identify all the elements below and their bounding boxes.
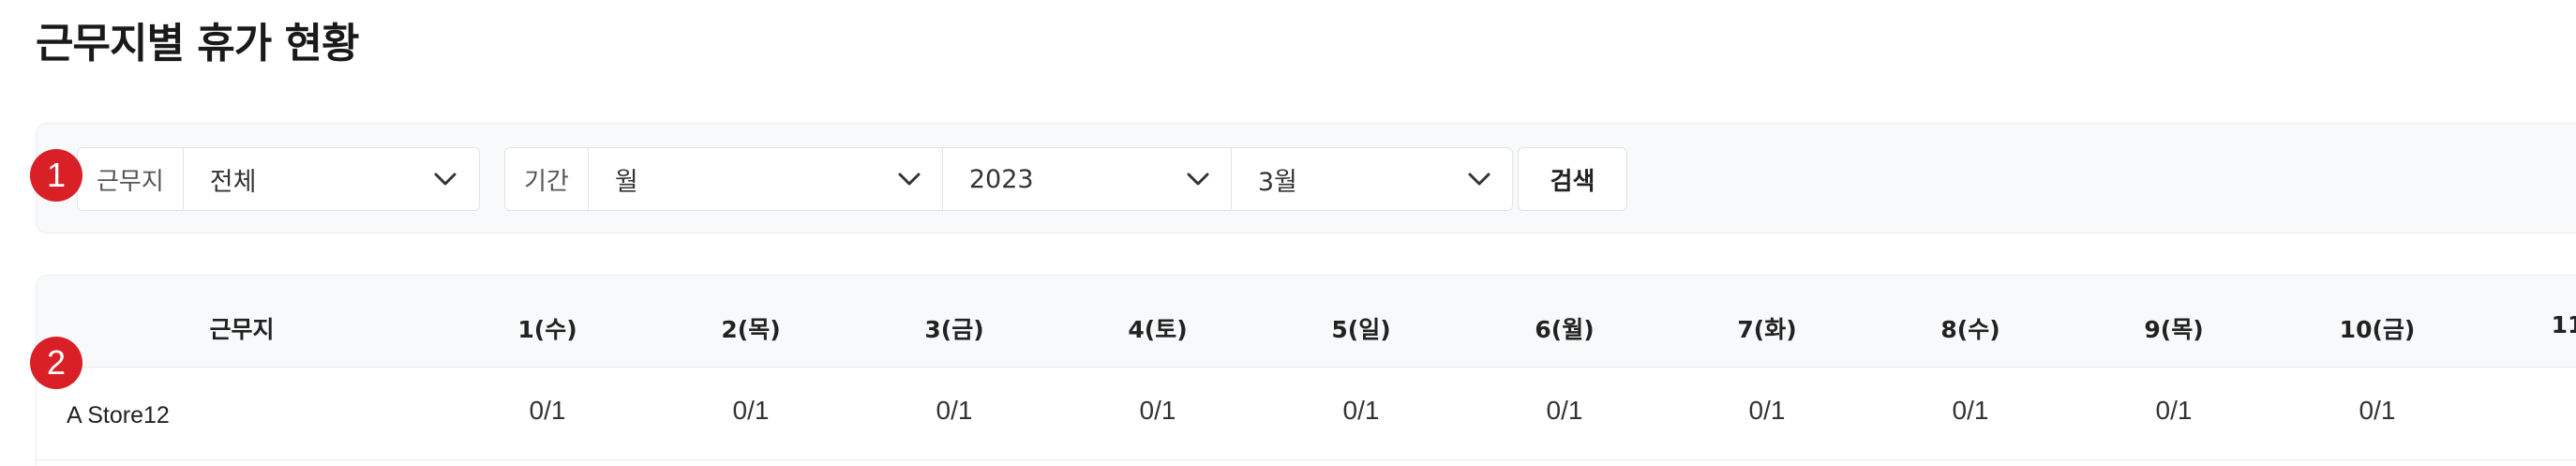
annotation-marker-2: 2 xyxy=(30,337,82,389)
month-select-value: 3월 xyxy=(1257,167,1297,197)
workplace-select[interactable]: 전체 xyxy=(184,148,478,210)
column-header-day: 2(목) xyxy=(721,316,781,343)
column-header-day: 5(일) xyxy=(1331,316,1391,343)
page-title: 근무지별 휴가 현황 xyxy=(36,20,359,68)
column-header-day: 3(금) xyxy=(924,316,984,343)
chevron-down-icon xyxy=(434,173,457,186)
table-cell: 0/1 xyxy=(1546,396,1583,425)
workplace-filter-label: 근무지 xyxy=(78,148,184,210)
period-unit-value: 월 xyxy=(614,167,638,197)
leave-status-table: 근무지 1(수) 2(목) 3(금) 4(토) 5(일) 6(월) 7(화) 8… xyxy=(36,275,2576,466)
column-header-day: 7(화) xyxy=(1737,316,1797,343)
table-cell: 0/1 xyxy=(1342,396,1380,425)
month-select[interactable]: 3월 xyxy=(1232,148,1512,210)
table-cell: 0/1 xyxy=(2359,396,2396,425)
chevron-down-icon xyxy=(1468,173,1490,186)
table-cell: 0/1 xyxy=(1952,396,1989,425)
year-select-value: 2023 xyxy=(968,164,1034,194)
table-header: 근무지 1(수) 2(목) 3(금) 4(토) 5(일) 6(월) 7(화) 8… xyxy=(37,276,2576,368)
row-workplace-name: A Store12 xyxy=(67,402,170,428)
column-header-day: 1(수) xyxy=(517,316,577,343)
year-select[interactable]: 2023 xyxy=(943,148,1232,210)
table-cell: 0/1 xyxy=(1748,396,1786,425)
table-cell: 0/1 xyxy=(936,396,973,425)
table-cell: 0/1 xyxy=(2155,396,2193,425)
column-header-workplace: 근무지 xyxy=(209,316,275,343)
page: 근무지별 휴가 현황 1 근무지 전체 기간 월 2023 3월 검색 근무지 … xyxy=(0,0,2576,466)
column-header-day: 4(토) xyxy=(1128,316,1188,343)
period-filter: 기간 월 2023 3월 xyxy=(504,147,1513,211)
search-button[interactable]: 검색 xyxy=(1518,147,1627,211)
workplace-filter: 근무지 전체 xyxy=(77,147,480,211)
chevron-down-icon xyxy=(1187,173,1209,186)
column-header-day: 10(금) xyxy=(2339,316,2416,343)
column-header-day: 9(목) xyxy=(2144,316,2204,343)
table-cell: 0/1 xyxy=(529,396,566,425)
column-header-day: 8(수) xyxy=(1940,316,2000,343)
table-cell: 0/1 xyxy=(732,396,770,425)
period-unit-select[interactable]: 월 xyxy=(589,148,943,210)
workplace-select-value: 전체 xyxy=(209,167,257,197)
table-cell: 0/1 xyxy=(1139,396,1176,425)
chevron-down-icon xyxy=(898,173,921,186)
row-divider xyxy=(37,459,2576,460)
period-filter-label: 기간 xyxy=(505,148,589,210)
column-header-day: 6(월) xyxy=(1535,316,1595,343)
column-header-day: 11 xyxy=(2551,311,2576,338)
annotation-marker-1: 1 xyxy=(30,149,82,202)
